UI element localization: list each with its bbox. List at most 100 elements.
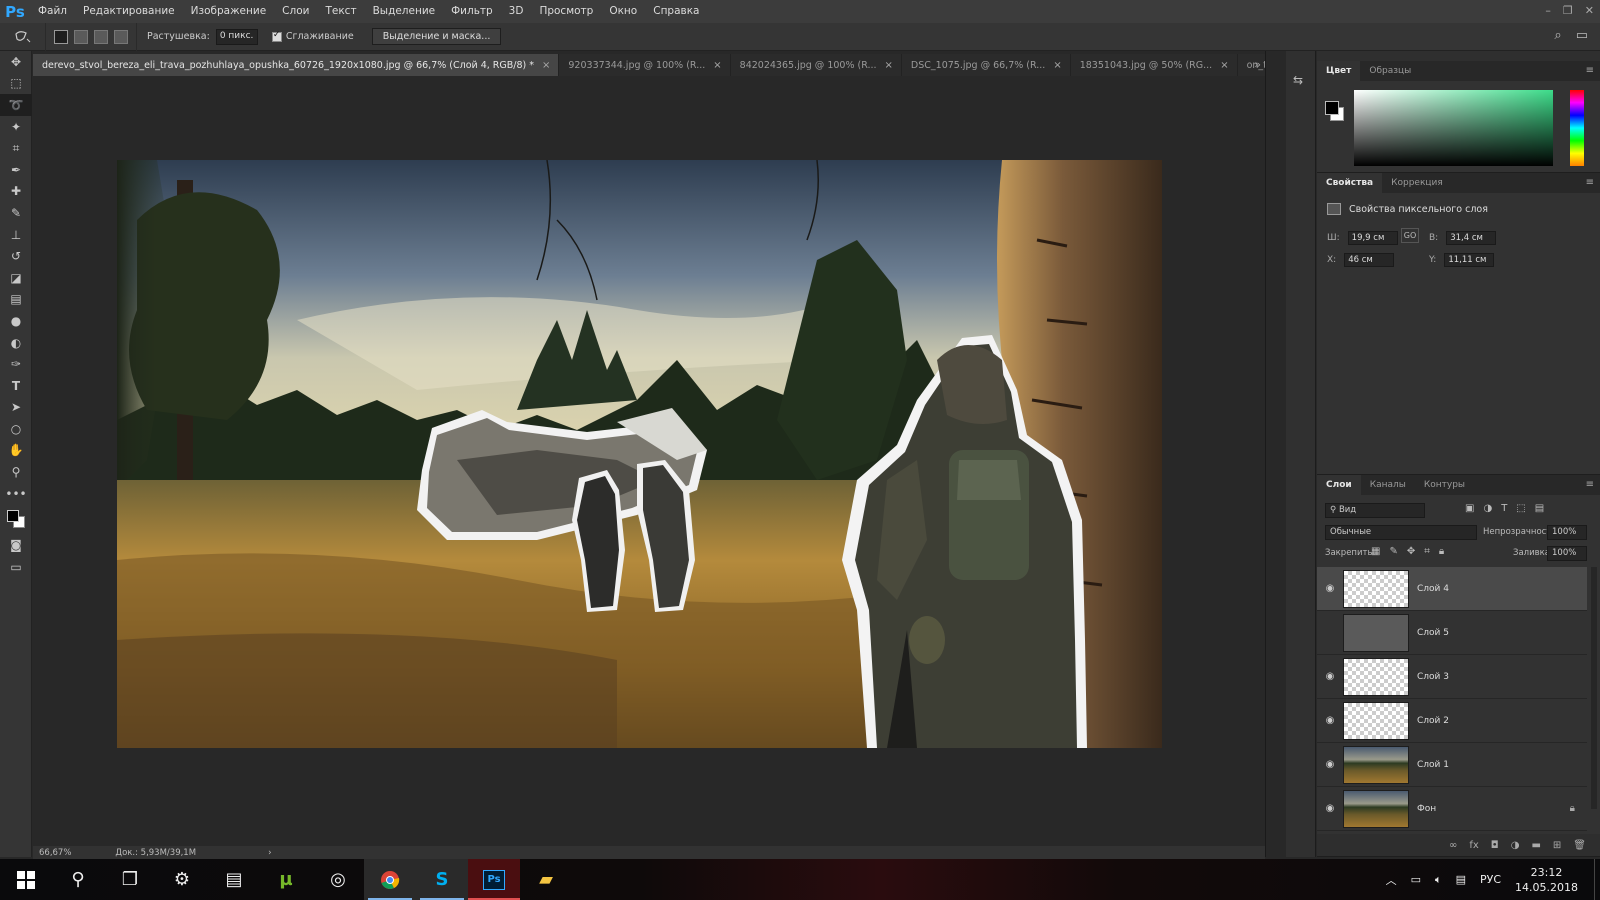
fill-input[interactable]: 100%: [1547, 546, 1587, 561]
lock-transparency-icon[interactable]: ▦: [1371, 546, 1380, 557]
layer-row[interactable]: ◉ Слой 1: [1317, 743, 1587, 787]
search-icon[interactable]: ⚲: [52, 859, 104, 900]
network-icon[interactable]: ▭: [1411, 873, 1421, 886]
more-tabs-icon[interactable]: »: [1254, 58, 1261, 71]
history-panel-icon[interactable]: ⇆: [1293, 73, 1309, 89]
eraser-tool-icon[interactable]: ◪: [0, 267, 32, 289]
lock-pixels-icon[interactable]: ✎: [1389, 546, 1397, 557]
y-input[interactable]: 11,11 см: [1444, 253, 1495, 267]
link-dimensions-icon[interactable]: GO: [1401, 228, 1419, 243]
layer-row[interactable]: ◉ Фон 🔒︎: [1317, 787, 1587, 831]
restore-icon[interactable]: ❐: [1563, 4, 1573, 17]
pen-tool-icon[interactable]: ✑: [0, 353, 32, 375]
height-input[interactable]: 31,4 см: [1446, 231, 1497, 245]
show-desktop-button[interactable]: [1594, 859, 1600, 900]
brush-tool-icon[interactable]: ✎: [0, 202, 32, 224]
hue-slider[interactable]: [1570, 90, 1584, 166]
settings-icon[interactable]: ⚙: [156, 859, 208, 900]
search-icon[interactable]: ⌕: [1554, 28, 1561, 43]
lock-all-icon[interactable]: 🔒︎: [1439, 546, 1444, 557]
tab-swatches[interactable]: Образцы: [1360, 61, 1420, 81]
menu-layer[interactable]: Слои: [274, 0, 317, 23]
layer-filter-select[interactable]: ⚲ Вид: [1325, 503, 1425, 518]
menu-3d[interactable]: 3D: [501, 0, 532, 23]
skype-icon[interactable]: S: [416, 859, 468, 900]
menu-window[interactable]: Окно: [601, 0, 645, 23]
workspace-icon[interactable]: ▭: [1576, 28, 1588, 43]
move-tool-icon[interactable]: ✥: [0, 51, 32, 73]
layer-style-icon[interactable]: fx: [1469, 840, 1478, 851]
color-swatches[interactable]: [0, 504, 31, 534]
menu-image[interactable]: Изображение: [183, 0, 275, 23]
visibility-eye-icon[interactable]: ◉: [1317, 803, 1343, 814]
link-layers-icon[interactable]: ∞: [1449, 840, 1457, 851]
magic-wand-tool-icon[interactable]: ✦: [0, 116, 32, 138]
tab-layers[interactable]: Слои: [1317, 475, 1361, 495]
menu-filter[interactable]: Фильтр: [443, 0, 501, 23]
dodge-tool-icon[interactable]: ◐: [0, 332, 32, 354]
status-menu-arrow-icon[interactable]: ›: [268, 848, 271, 858]
subtract-selection-icon[interactable]: [94, 29, 108, 44]
marquee-tool-icon[interactable]: ⬚: [0, 73, 32, 95]
menu-type[interactable]: Текст: [317, 0, 364, 23]
delete-layer-icon[interactable]: 🗑︎: [1573, 840, 1586, 851]
tab-paths[interactable]: Контуры: [1415, 475, 1474, 495]
antialias-checkbox[interactable]: Сглаживание: [271, 30, 354, 42]
tab-color[interactable]: Цвет: [1317, 61, 1361, 81]
close-tab-icon[interactable]: ×: [542, 60, 550, 71]
color-picker-field[interactable]: [1354, 90, 1553, 166]
hand-tool-icon[interactable]: ✋: [0, 440, 32, 462]
close-tab-icon[interactable]: ×: [1220, 60, 1228, 71]
panel-menu-icon[interactable]: ≡: [1586, 177, 1594, 188]
filter-shape-icon[interactable]: ⬚: [1516, 503, 1525, 514]
screen-mode-icon[interactable]: ▭: [0, 556, 32, 578]
tab-document[interactable]: 842024365.jpg @ 100% (R... ×: [731, 54, 902, 76]
blur-tool-icon[interactable]: ●: [0, 310, 32, 332]
layer-row[interactable]: ◉ Слой 5: [1317, 611, 1587, 655]
healing-brush-tool-icon[interactable]: ✚: [0, 181, 32, 203]
x-input[interactable]: 46 см: [1344, 253, 1395, 267]
tab-document[interactable]: 920337344.jpg @ 100% (R... ×: [559, 54, 731, 76]
history-brush-tool-icon[interactable]: ↺: [0, 245, 32, 267]
lock-position-icon[interactable]: ✥: [1407, 546, 1415, 557]
task-view-icon[interactable]: ❐: [104, 859, 156, 900]
filter-adjustment-icon[interactable]: ◑: [1483, 503, 1492, 514]
layer-row[interactable]: ◉ Слой 3: [1317, 655, 1587, 699]
menu-view[interactable]: Просмотр: [531, 0, 601, 23]
tab-properties[interactable]: Свойства: [1317, 173, 1383, 193]
tray-up-arrow-icon[interactable]: ︿: [1386, 872, 1397, 888]
foreground-color-chip[interactable]: [1325, 101, 1339, 115]
foreground-color-swatch[interactable]: [7, 510, 19, 523]
minimize-icon[interactable]: –: [1545, 4, 1551, 17]
clock[interactable]: 23:12 14.05.2018: [1515, 865, 1578, 895]
close-tab-icon[interactable]: ×: [713, 60, 721, 71]
filter-pixel-icon[interactable]: ▣: [1465, 503, 1474, 514]
new-group-icon[interactable]: ▬: [1531, 840, 1540, 851]
tab-adjustments[interactable]: Коррекция: [1382, 173, 1452, 193]
photoshop-icon[interactable]: Ps: [468, 859, 520, 900]
close-tab-icon[interactable]: ×: [1053, 60, 1061, 71]
tab-document[interactable]: DSC_1075.jpg @ 66,7% (R... ×: [902, 54, 1071, 76]
blend-mode-select[interactable]: Обычные: [1325, 525, 1477, 540]
quick-mask-icon[interactable]: ◙: [0, 534, 32, 556]
eyedropper-tool-icon[interactable]: ✒: [0, 159, 32, 181]
filter-type-icon[interactable]: T: [1501, 503, 1507, 514]
layer-row[interactable]: ◉ Слой 4: [1317, 567, 1587, 611]
filter-smart-object-icon[interactable]: ▤: [1535, 503, 1544, 514]
volume-icon[interactable]: 🔈︎: [1435, 873, 1442, 887]
close-icon[interactable]: ✕: [1585, 4, 1594, 17]
close-tab-icon[interactable]: ×: [885, 60, 893, 71]
tab-document[interactable]: 18351043.jpg @ 50% (RG... ×: [1071, 54, 1238, 76]
document-canvas[interactable]: [117, 160, 1162, 748]
add-mask-icon[interactable]: ◘: [1491, 840, 1499, 851]
new-selection-icon[interactable]: [54, 29, 68, 44]
visibility-eye-icon[interactable]: ◉: [1317, 759, 1343, 770]
utorrent-icon[interactable]: µ: [260, 859, 312, 900]
checkbox-checked-icon[interactable]: [271, 30, 282, 42]
path-selection-tool-icon[interactable]: ➤: [0, 397, 32, 419]
visibility-eye-icon[interactable]: ◉: [1317, 671, 1343, 682]
ellipse-tool-icon[interactable]: ○: [0, 418, 32, 440]
add-selection-icon[interactable]: [74, 29, 88, 44]
width-input[interactable]: 19,9 см: [1347, 231, 1398, 245]
crop-tool-icon[interactable]: ⌗: [0, 137, 32, 159]
